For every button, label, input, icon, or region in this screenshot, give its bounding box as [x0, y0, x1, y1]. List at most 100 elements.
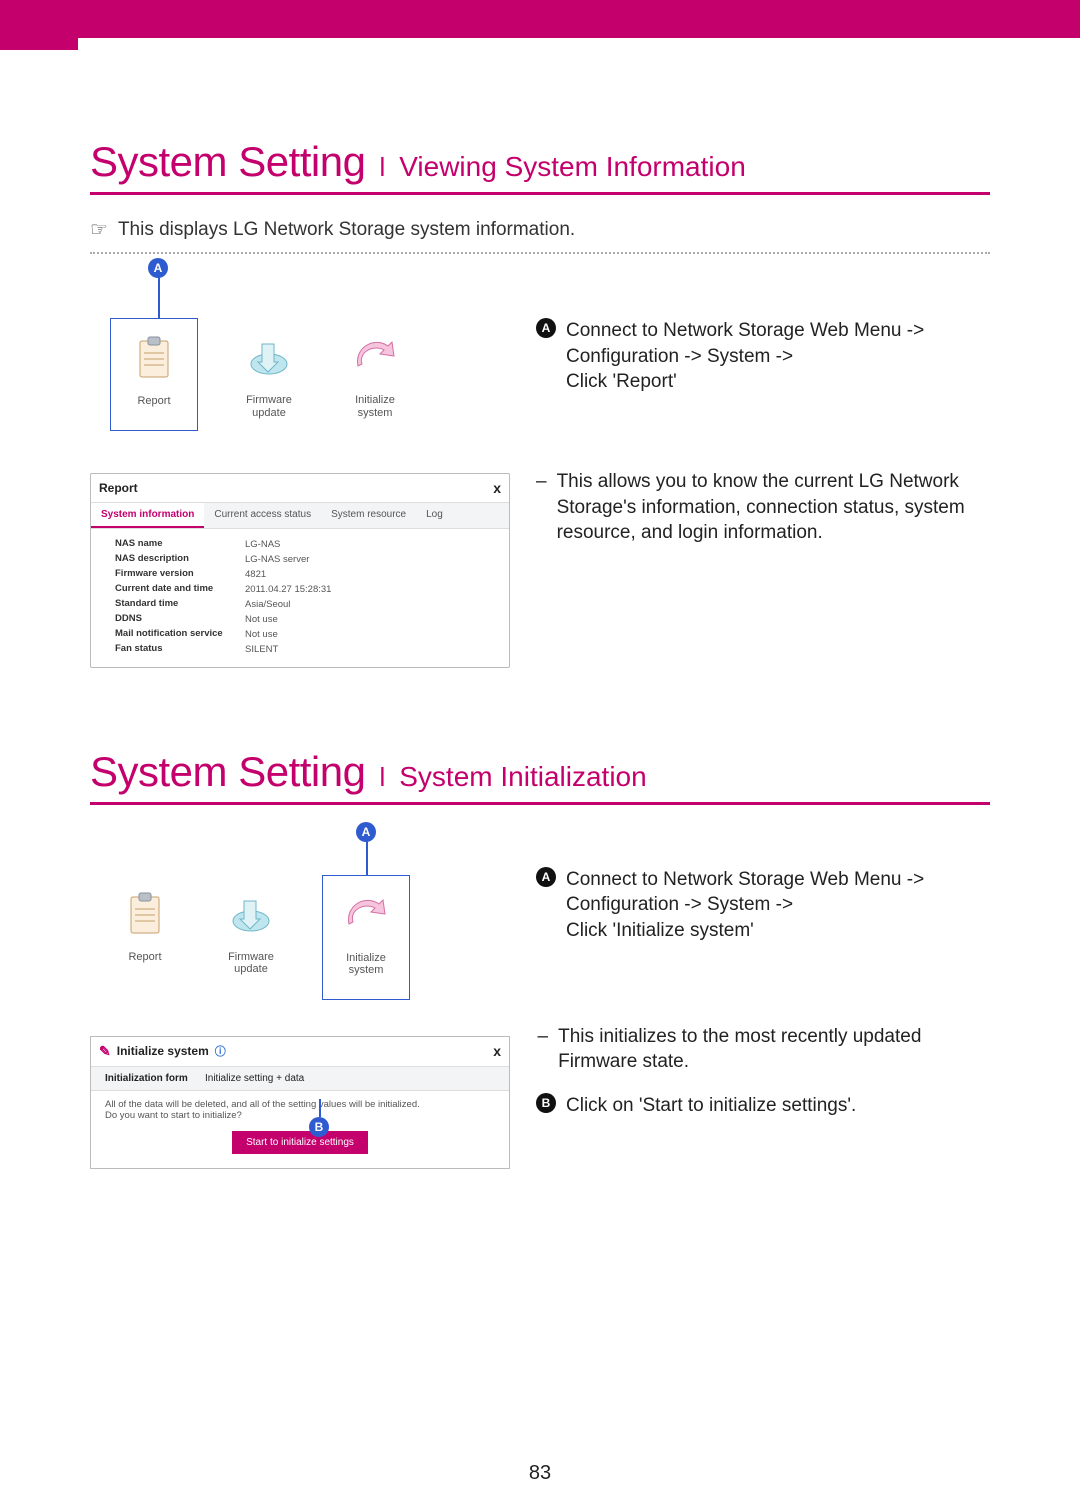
close-icon[interactable]: x — [493, 480, 501, 496]
kv-val: Asia/Seoul — [245, 599, 493, 610]
report-tabbar: System information Current access status… — [91, 502, 509, 529]
callout-line — [319, 1099, 321, 1117]
kv-val: LG-NAS server — [245, 554, 493, 565]
step-badge-a: A — [536, 318, 556, 338]
kv-val: Not use — [245, 629, 493, 640]
swirl-icon: ✎ — [99, 1043, 111, 1060]
section2-tiles: Report Firmware update A — [110, 875, 510, 1000]
kv-val: SILENT — [245, 644, 493, 655]
initialize-panel-header: ✎ Initialize system ⓘ x — [91, 1037, 509, 1066]
kv-val: 2011.04.27 15:28:31 — [245, 584, 493, 595]
callout-badge-b: B — [309, 1117, 329, 1137]
init-form-label: Initialization form — [105, 1073, 205, 1084]
section1-step-a: A Connect to Network Storage Web Menu ->… — [536, 318, 990, 395]
section2-step-a-text: Connect to Network Storage Web Menu -> C… — [566, 867, 990, 944]
callout-badge-a: A — [356, 822, 376, 842]
kv-key: NAS description — [115, 554, 235, 565]
dotted-separator — [90, 252, 990, 254]
section1-title-main: System Setting — [90, 138, 365, 186]
kv-key: NAS name — [115, 539, 235, 550]
tile-firmware[interactable]: Firmware update — [216, 883, 286, 1000]
section1-two-col: A Report — [90, 282, 990, 668]
pointer-icon: ☞ — [90, 217, 108, 242]
step-badge-a: A — [536, 867, 556, 887]
report-panel-title: Report — [99, 481, 138, 495]
tab-log[interactable]: Log — [416, 503, 453, 528]
left-magenta-tab — [0, 0, 78, 50]
section2-explain-text: This initializes to the most recently up… — [558, 1024, 990, 1075]
tile-report[interactable]: Report — [110, 883, 180, 1000]
kv-key: Standard time — [115, 599, 235, 610]
tab-system-information[interactable]: System information — [91, 503, 204, 528]
section2-explain: – This initializes to the most recently … — [536, 1024, 990, 1075]
tile-initialize-label: Initialize system — [346, 952, 386, 977]
tile-report-label: Report — [137, 395, 170, 408]
section2-step-a: A Connect to Network Storage Web Menu ->… — [536, 867, 990, 944]
tile-report-label: Report — [128, 951, 161, 964]
initialize-panel: ✎ Initialize system ⓘ x Initialization f… — [90, 1036, 510, 1169]
section2-right: A Connect to Network Storage Web Menu ->… — [536, 845, 990, 1169]
section2-heading: System Setting l System Initialization — [90, 748, 990, 805]
section2-title-sub: System Initialization — [399, 761, 646, 793]
start-initialize-button[interactable]: Start to initialize settings — [232, 1131, 368, 1154]
section1-heading: System Setting l Viewing System Informat… — [90, 138, 990, 195]
section1-intro-row: ☞ This displays LG Network Storage syste… — [90, 217, 990, 242]
report-icon — [119, 327, 189, 389]
section1-right: A Connect to Network Storage Web Menu ->… — [536, 282, 990, 668]
dash-icon: – — [536, 1024, 548, 1050]
kv-val: LG-NAS — [245, 539, 493, 550]
document-page: System Setting l Viewing System Informat… — [0, 38, 1080, 1209]
highlighted-tile-box: A Initialize system — [322, 875, 410, 1000]
section2-title-divider: l — [379, 762, 385, 793]
kv-key: Mail notification service — [115, 629, 235, 640]
dash-icon: – — [536, 469, 547, 495]
initialize-warning: All of the data will be deleted, and all… — [91, 1091, 509, 1121]
section1-title-divider: l — [379, 152, 385, 183]
report-keyvalues: NAS name LG-NAS NAS description LG-NAS ser… — [91, 529, 509, 661]
tab-system-resource[interactable]: System resource — [321, 503, 416, 528]
close-icon[interactable]: x — [493, 1043, 501, 1059]
info-icon: ⓘ — [215, 1043, 226, 1059]
tile-firmware-label: Firmware update — [228, 951, 274, 976]
init-msg-line1: All of the data will be deleted, and all… — [105, 1099, 495, 1110]
initialize-panel-title: Initialize system — [117, 1044, 209, 1058]
kv-val: 4821 — [245, 569, 493, 580]
initialize-button-row: B Start to initialize settings — [91, 1131, 509, 1154]
report-icon — [110, 883, 180, 945]
section2-step-b: B Click on 'Start to initialize settings… — [536, 1093, 990, 1119]
tile-initialize[interactable]: Initialize system — [340, 326, 410, 431]
init-form-value: Initialize setting + data — [205, 1073, 495, 1084]
section1-intro-text: This displays LG Network Storage system … — [118, 219, 575, 241]
kv-key: Current date and time — [115, 584, 235, 595]
initialize-form-row: Initialization form Initialize setting +… — [91, 1066, 509, 1091]
kv-val: Not use — [245, 614, 493, 625]
tile-initialize[interactable]: Initialize system — [331, 884, 401, 977]
init-msg-line2: Do you want to start to initialize? — [105, 1110, 495, 1121]
kv-key: Firmware version — [115, 569, 235, 580]
page-number: 83 — [0, 1462, 1080, 1485]
section2-two-col: Report Firmware update A — [90, 845, 990, 1169]
section1-title-sub: Viewing System Information — [399, 151, 746, 183]
callout-badge-a: A — [148, 258, 168, 278]
tab-current-access-status[interactable]: Current access status — [204, 503, 321, 528]
section1-explain-text: This allows you to know the current LG N… — [557, 469, 990, 546]
step-badge-b: B — [536, 1093, 556, 1113]
callout-b-wrap: B — [309, 1117, 329, 1137]
section1-tiles: A Report — [110, 318, 510, 431]
highlighted-tile-box: Report — [110, 318, 198, 431]
initialize-system-icon — [331, 884, 401, 946]
report-panel: Report x System information Current acce… — [90, 473, 510, 668]
tile-firmware[interactable]: Firmware update — [234, 326, 304, 431]
section2-step-b-text: Click on 'Start to initialize settings'. — [566, 1093, 990, 1119]
initialize-system-icon — [340, 326, 410, 388]
firmware-update-icon — [234, 326, 304, 388]
section1-left: A Report — [90, 282, 510, 668]
section2-left: Report Firmware update A — [90, 845, 510, 1169]
section1-step-a-text: Connect to Network Storage Web Menu -> C… — [566, 318, 990, 395]
report-panel-header: Report x — [91, 474, 509, 502]
firmware-update-icon — [216, 883, 286, 945]
top-magenta-bar — [0, 0, 1080, 38]
tile-firmware-label: Firmware update — [246, 394, 292, 419]
tile-report[interactable]: Report — [119, 327, 189, 408]
kv-key: Fan status — [115, 644, 235, 655]
